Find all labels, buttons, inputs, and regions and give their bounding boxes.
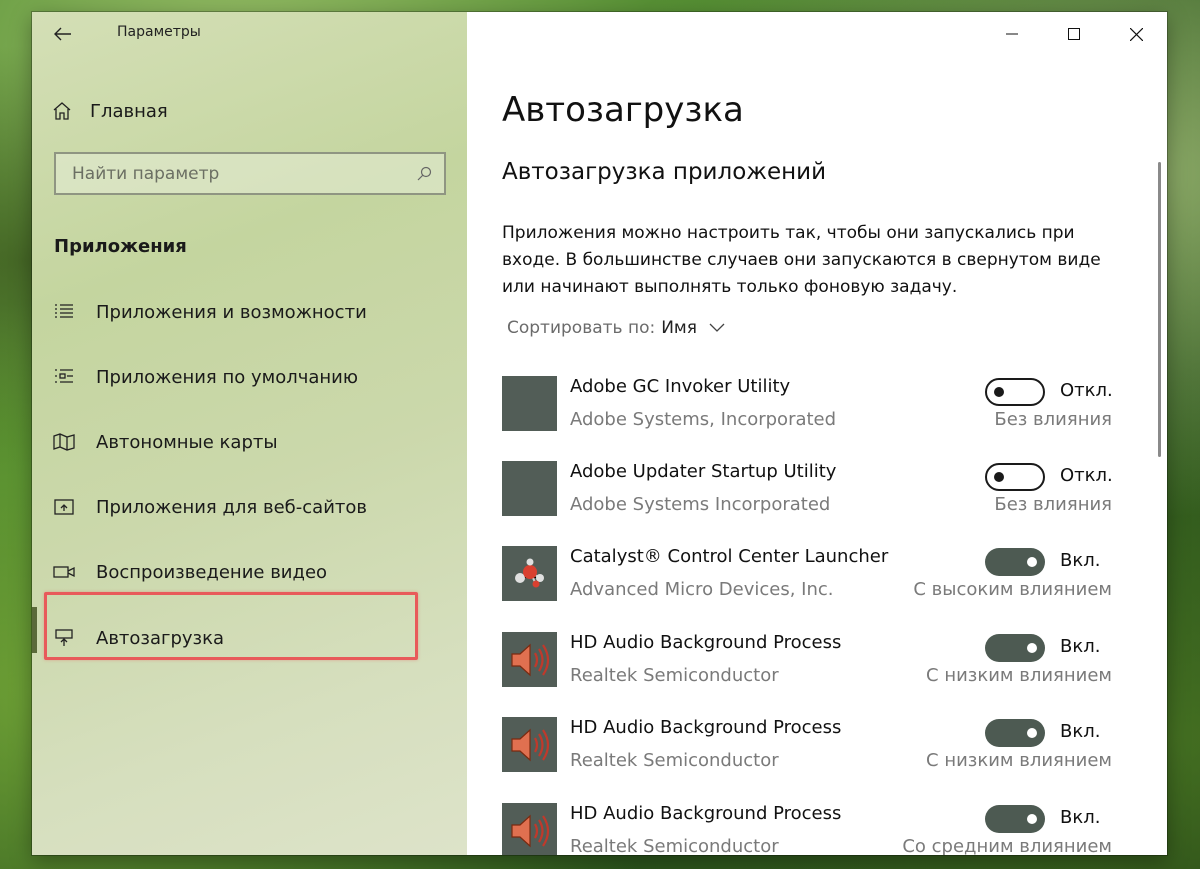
sidebar-item-label: Автозагрузка	[96, 627, 225, 649]
toggle-state: Вкл.	[1060, 807, 1101, 828]
back-button[interactable]	[50, 22, 76, 46]
sort-value: Имя	[661, 318, 697, 338]
toggle-knob	[994, 472, 1004, 482]
app-name: Adobe GC Invoker Utility	[570, 376, 791, 397]
sidebar-item-apps-websites[interactable]: Приложения для веб-сайтов	[52, 487, 442, 527]
app-publisher: Advanced Micro Devices, Inc.	[570, 579, 834, 600]
sidebar-item-offline-maps[interactable]: Автономные карты	[52, 422, 442, 462]
sidebar-item-label: Приложения и возможности	[96, 301, 367, 323]
sidebar-item-home[interactable]: Главная	[52, 96, 168, 126]
startup-app-row: HD Audio Background Process Realtek Semi…	[502, 632, 1112, 692]
app-name: HD Audio Background Process	[570, 717, 842, 738]
toggle-knob	[994, 387, 1004, 397]
startup-toggle[interactable]	[985, 378, 1045, 406]
startup-toggle[interactable]	[985, 463, 1045, 491]
speaker-icon	[502, 632, 557, 687]
toggle-state: Вкл.	[1060, 550, 1101, 571]
sidebar-item-startup[interactable]: Автозагрузка	[52, 618, 442, 658]
app-publisher: Adobe Systems Incorporated	[570, 494, 831, 515]
startup-toggle[interactable]	[985, 805, 1045, 833]
window-title: Параметры	[117, 24, 201, 40]
startup-toggle[interactable]	[985, 719, 1045, 747]
sidebar-item-apps-features[interactable]: Приложения и возможности	[52, 292, 442, 332]
apps-features-icon	[52, 303, 76, 321]
search-input[interactable]	[72, 163, 416, 184]
startup-app-row: HD Audio Background Process Realtek Semi…	[502, 803, 1112, 855]
scrollbar[interactable]	[1158, 162, 1161, 457]
app-publisher: Realtek Semiconductor	[570, 665, 779, 686]
page-title: Автозагрузка	[502, 90, 744, 130]
active-indicator	[32, 607, 37, 653]
startup-app-row: Adobe Updater Startup Utility Adobe Syst…	[502, 461, 1113, 521]
toggle-knob	[1027, 814, 1037, 824]
search-box	[54, 152, 446, 195]
maximize-button[interactable]	[1043, 12, 1105, 56]
startup-icon	[52, 628, 76, 648]
startup-app-row: Catalyst® Control Center Launcher Advanc…	[502, 546, 1112, 606]
impact-label: С низким влиянием	[926, 750, 1112, 771]
app-publisher: Adobe Systems, Incorporated	[570, 409, 837, 430]
sidebar-item-video-playback[interactable]: Воспроизведение видео	[52, 552, 442, 592]
impact-label: Со средним влиянием	[902, 836, 1112, 855]
speaker-icon	[502, 717, 557, 772]
sidebar-item-label: Приложения для веб-сайтов	[96, 496, 367, 518]
speaker-icon	[502, 803, 557, 855]
chevron-down-icon	[709, 323, 725, 332]
description-text: Приложения можно настроить так, чтобы он…	[502, 223, 1101, 297]
sidebar-item-label: Главная	[90, 100, 168, 122]
section-heading: Автозагрузка приложений	[502, 159, 827, 185]
sidebar: Параметры Главная Приложения Приложения …	[32, 12, 467, 855]
sidebar-item-label: Воспроизведение видео	[96, 561, 328, 583]
sort-dropdown[interactable]: Сортировать по: Имя	[507, 318, 725, 338]
sidebar-item-label: Автономные карты	[96, 431, 278, 453]
impact-label: Без влияния	[994, 494, 1112, 515]
video-playback-icon	[52, 564, 76, 580]
apps-websites-icon	[52, 498, 76, 516]
app-name: Catalyst® Control Center Launcher	[570, 546, 889, 567]
app-publisher: Realtek Semiconductor	[570, 750, 779, 771]
app-name: HD Audio Background Process	[570, 803, 842, 824]
startup-toggle[interactable]	[985, 634, 1045, 662]
maximize-icon	[1068, 28, 1080, 40]
window-controls	[981, 12, 1167, 56]
startup-toggle[interactable]	[985, 548, 1045, 576]
app-name: Adobe Updater Startup Utility	[570, 461, 837, 482]
app-tile-icon	[502, 461, 557, 516]
toggle-knob	[1027, 557, 1037, 567]
minimize-button[interactable]	[981, 12, 1043, 56]
app-name: HD Audio Background Process	[570, 632, 842, 653]
catalyst-icon	[502, 546, 557, 601]
impact-label: С низким влиянием	[926, 665, 1112, 686]
close-icon	[1129, 27, 1143, 41]
toggle-state: Откл.	[1060, 465, 1113, 486]
default-apps-icon	[52, 368, 76, 386]
impact-label: Без влияния	[994, 409, 1112, 430]
toggle-state: Откл.	[1060, 380, 1113, 401]
minimize-icon	[1006, 33, 1018, 35]
search-icon[interactable]	[416, 166, 432, 182]
sort-label: Сортировать по:	[507, 318, 656, 338]
main-content: Автозагрузка Автозагрузка приложений При…	[467, 12, 1167, 855]
startup-app-row: Adobe GC Invoker Utility Adobe Systems, …	[502, 376, 1113, 436]
toggle-knob	[1027, 643, 1037, 653]
back-arrow-icon	[54, 27, 71, 41]
toggle-knob	[1027, 728, 1037, 738]
sidebar-item-default-apps[interactable]: Приложения по умолчанию	[52, 357, 442, 397]
titlebar: Параметры	[32, 12, 467, 56]
sidebar-item-label: Приложения по умолчанию	[96, 366, 359, 388]
impact-label: С высоким влиянием	[913, 579, 1112, 600]
app-publisher: Realtek Semiconductor	[570, 836, 779, 855]
home-icon	[53, 102, 71, 120]
section-title: Приложения	[54, 236, 187, 257]
startup-app-row: HD Audio Background Process Realtek Semi…	[502, 717, 1112, 777]
offline-maps-icon	[52, 433, 76, 451]
app-tile-icon	[502, 376, 557, 431]
close-button[interactable]	[1105, 12, 1167, 56]
settings-window: Параметры Главная Приложения Приложения …	[32, 12, 1167, 855]
toggle-state: Вкл.	[1060, 721, 1101, 742]
toggle-state: Вкл.	[1060, 636, 1101, 657]
